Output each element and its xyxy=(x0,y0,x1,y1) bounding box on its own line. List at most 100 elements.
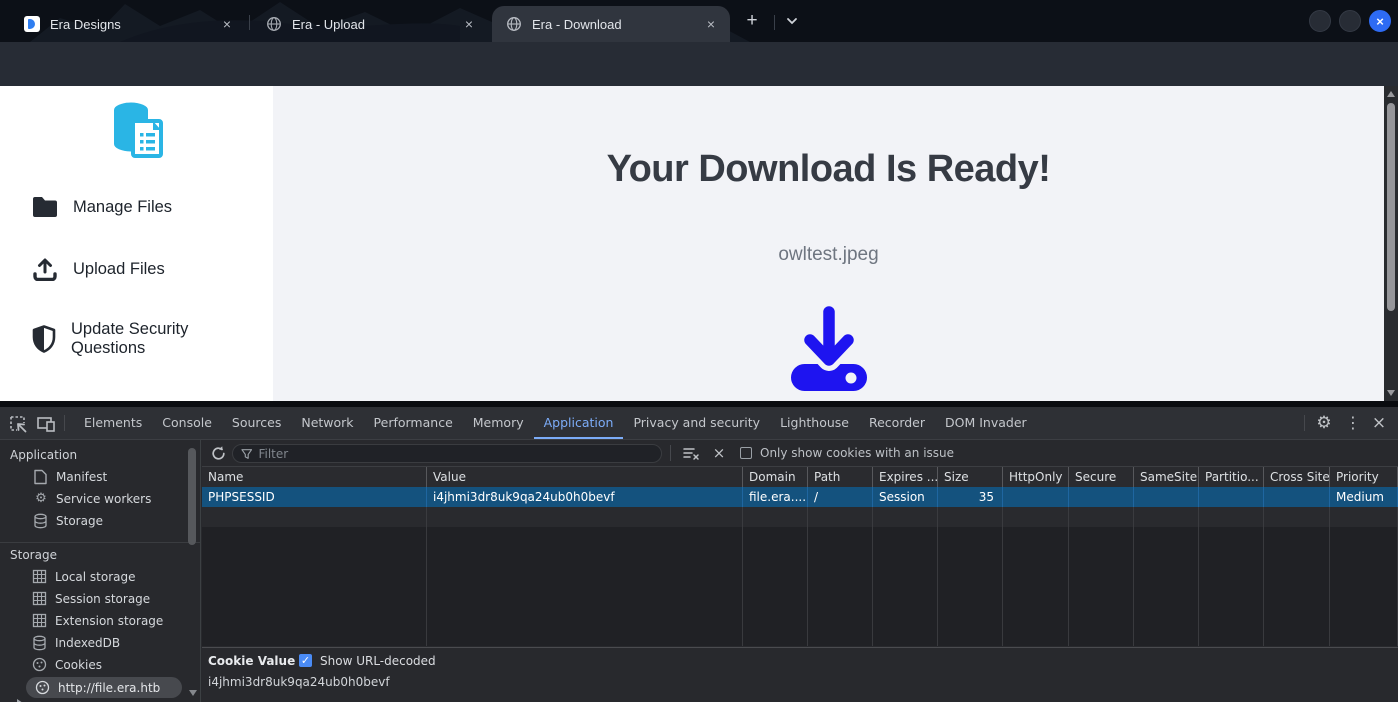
cookie-row-phpsessid[interactable]: PHPSESSID i4jhmi3dr8uk9qa24ub0h0bevf fil… xyxy=(202,487,1398,507)
only-issue-checkbox[interactable] xyxy=(740,447,752,459)
devtools-menu-kebab-icon[interactable]: ⋮ xyxy=(1342,412,1364,434)
column-header[interactable]: SameSite xyxy=(1134,467,1199,487)
devtools-tab-elements[interactable]: Elements xyxy=(74,407,152,439)
sidebar-item-manage-files[interactable]: Manage Files xyxy=(32,196,244,218)
sidebar-item-label: Extension storage xyxy=(55,614,164,628)
cookie-cell-partition[interactable] xyxy=(1199,487,1264,507)
devtools-tab-lighthouse[interactable]: Lighthouse xyxy=(770,407,859,439)
column-header[interactable]: Path xyxy=(808,467,873,487)
sidebar-item-local-storage[interactable]: Local storage xyxy=(0,566,185,702)
cookie-icon xyxy=(32,657,48,673)
cookie-cell-priority[interactable]: Medium xyxy=(1330,487,1398,507)
browser-tab-era-upload[interactable]: Era - Upload × xyxy=(252,6,488,42)
browser-tab-era-designs[interactable]: Era Designs × xyxy=(10,6,246,42)
devtools-tab-sources[interactable]: Sources xyxy=(222,407,291,439)
cookie-cell-samesite[interactable] xyxy=(1134,487,1199,507)
sidebar-item-manifest[interactable]: Manifest xyxy=(0,466,185,488)
clear-all-cookies-icon[interactable] xyxy=(682,445,700,462)
inspect-element-icon[interactable] xyxy=(8,414,28,434)
show-url-decoded-checkbox[interactable]: ✓ xyxy=(299,654,312,667)
column-header[interactable]: Name xyxy=(202,467,427,487)
download-icon[interactable] xyxy=(787,300,871,396)
cookie-table-header[interactable]: Name Value Domain Path Expires ... Size … xyxy=(202,467,1398,487)
era-site-logo xyxy=(114,102,163,158)
column-header[interactable]: Domain xyxy=(743,467,808,487)
tab-search-chevron-icon[interactable] xyxy=(784,13,800,29)
globe-favicon xyxy=(506,16,522,32)
cookie-cell-crosssite[interactable] xyxy=(1264,487,1330,507)
sidebar-item-label: Session storage xyxy=(55,592,151,606)
cookie-filter-box[interactable] xyxy=(232,444,662,463)
globe-favicon xyxy=(266,16,282,32)
sidebar-item-label: IndexedDB xyxy=(55,636,121,650)
cookie-cell-size[interactable]: 35 xyxy=(938,487,1003,507)
sidebar-item-storage[interactable]: Storage xyxy=(0,510,185,532)
page-title: Your Download Is Ready! xyxy=(606,148,1051,190)
devtools-tab-memory[interactable]: Memory xyxy=(463,407,534,439)
column-header[interactable]: Value xyxy=(427,467,743,487)
sidebar-item-extension-storage[interactable]: Extension storage xyxy=(0,610,185,632)
sidebar-item-session-storage[interactable]: Session storage xyxy=(0,588,185,610)
browser-toolbar: ⚠ Not secure file.era.htb/download.php?i… xyxy=(0,42,1398,121)
section-divider xyxy=(0,542,200,543)
scroll-down-arrow[interactable] xyxy=(1387,390,1395,396)
table-icon xyxy=(32,591,48,607)
column-header[interactable]: Expires ... xyxy=(873,467,938,487)
sidebar-item-cookie-origin-selected[interactable]: http://file.era.htb xyxy=(26,677,182,698)
browser-tab-era-download[interactable]: Era - Download × xyxy=(492,6,730,42)
page-scrollbar[interactable] xyxy=(1384,86,1398,401)
cookie-cell-domain[interactable]: file.era.... xyxy=(743,487,808,507)
devtools-tab-privacy[interactable]: Privacy and security xyxy=(623,407,770,439)
column-header[interactable]: Secure xyxy=(1069,467,1134,487)
cookies-panel: × Only show cookies with an issue Name V… xyxy=(202,440,1398,702)
cookie-cell-expires[interactable]: Session xyxy=(873,487,938,507)
refresh-icon[interactable] xyxy=(210,445,227,462)
devtools-tab-console[interactable]: Console xyxy=(152,407,222,439)
devtools-tab-performance[interactable]: Performance xyxy=(364,407,463,439)
tab-title: Era - Upload xyxy=(292,16,365,32)
devtools-settings-gear-icon[interactable]: ⚙ xyxy=(1313,412,1335,434)
sidebar-item-service-workers[interactable]: ⚙ Service workers xyxy=(0,488,185,510)
sidebar-item-cookies[interactable]: Cookies xyxy=(0,654,185,676)
tab-close-icon[interactable]: × xyxy=(218,15,236,33)
new-tab-button[interactable]: + xyxy=(740,9,764,33)
tab-close-icon[interactable]: × xyxy=(460,15,478,33)
cookie-origin-label: http://file.era.htb xyxy=(58,680,161,695)
sidebar-item-indexeddb[interactable]: IndexedDB xyxy=(0,632,185,654)
era-designs-favicon xyxy=(24,16,40,32)
devtools-close-icon[interactable]: × xyxy=(1368,412,1390,434)
section-header-storage: Storage xyxy=(10,548,57,562)
cookie-empty-row[interactable] xyxy=(202,507,1398,527)
sidebar-scroll-down-arrow[interactable] xyxy=(189,690,197,696)
devtools-tab-application[interactable]: Application xyxy=(533,407,624,439)
device-toolbar-icon[interactable] xyxy=(36,414,56,434)
devtools-tab-network[interactable]: Network xyxy=(291,407,363,439)
browser-window: Era Designs × Era - Upload × Era - Downl… xyxy=(0,0,1398,702)
delete-cookie-icon[interactable]: × xyxy=(710,444,728,462)
cookie-filter-input[interactable] xyxy=(258,446,653,461)
cookie-cell-value[interactable]: i4jhmi3dr8uk9qa24ub0h0bevf xyxy=(427,487,743,507)
column-header[interactable]: Partitio... xyxy=(1199,467,1264,487)
sidebar-scrollbar-thumb[interactable] xyxy=(188,448,196,545)
devtools-divider xyxy=(1304,415,1305,431)
scroll-up-arrow[interactable] xyxy=(1387,91,1395,97)
cookie-cell-name[interactable]: PHPSESSID xyxy=(202,487,427,507)
window-maximize-button[interactable] xyxy=(1339,10,1361,32)
window-close-button[interactable]: × xyxy=(1369,10,1391,32)
sidebar-item-upload-files[interactable]: Upload Files xyxy=(32,257,244,281)
column-header[interactable]: Priority xyxy=(1330,467,1398,487)
cookie-value-text: i4jhmi3dr8uk9qa24ub0h0bevf xyxy=(208,675,390,689)
devtools-tab-dom-invader[interactable]: DOM Invader xyxy=(935,407,1037,439)
cookie-cell-httponly[interactable] xyxy=(1003,487,1069,507)
cookie-cell-path[interactable]: / xyxy=(808,487,873,507)
column-header[interactable]: Size xyxy=(938,467,1003,487)
scrollbar-thumb[interactable] xyxy=(1387,103,1395,311)
devtools-tab-recorder[interactable]: Recorder xyxy=(859,407,935,439)
column-header[interactable]: Cross Site xyxy=(1264,467,1330,487)
web-page: Manage Files Upload Files Update Securit… xyxy=(0,86,1398,401)
tab-close-icon[interactable]: × xyxy=(702,15,720,33)
column-header[interactable]: HttpOnly xyxy=(1003,467,1069,487)
cookie-cell-secure[interactable] xyxy=(1069,487,1134,507)
window-minimize-button[interactable] xyxy=(1309,10,1331,32)
sidebar-item-update-security-questions[interactable]: Update Security Questions xyxy=(32,320,244,358)
